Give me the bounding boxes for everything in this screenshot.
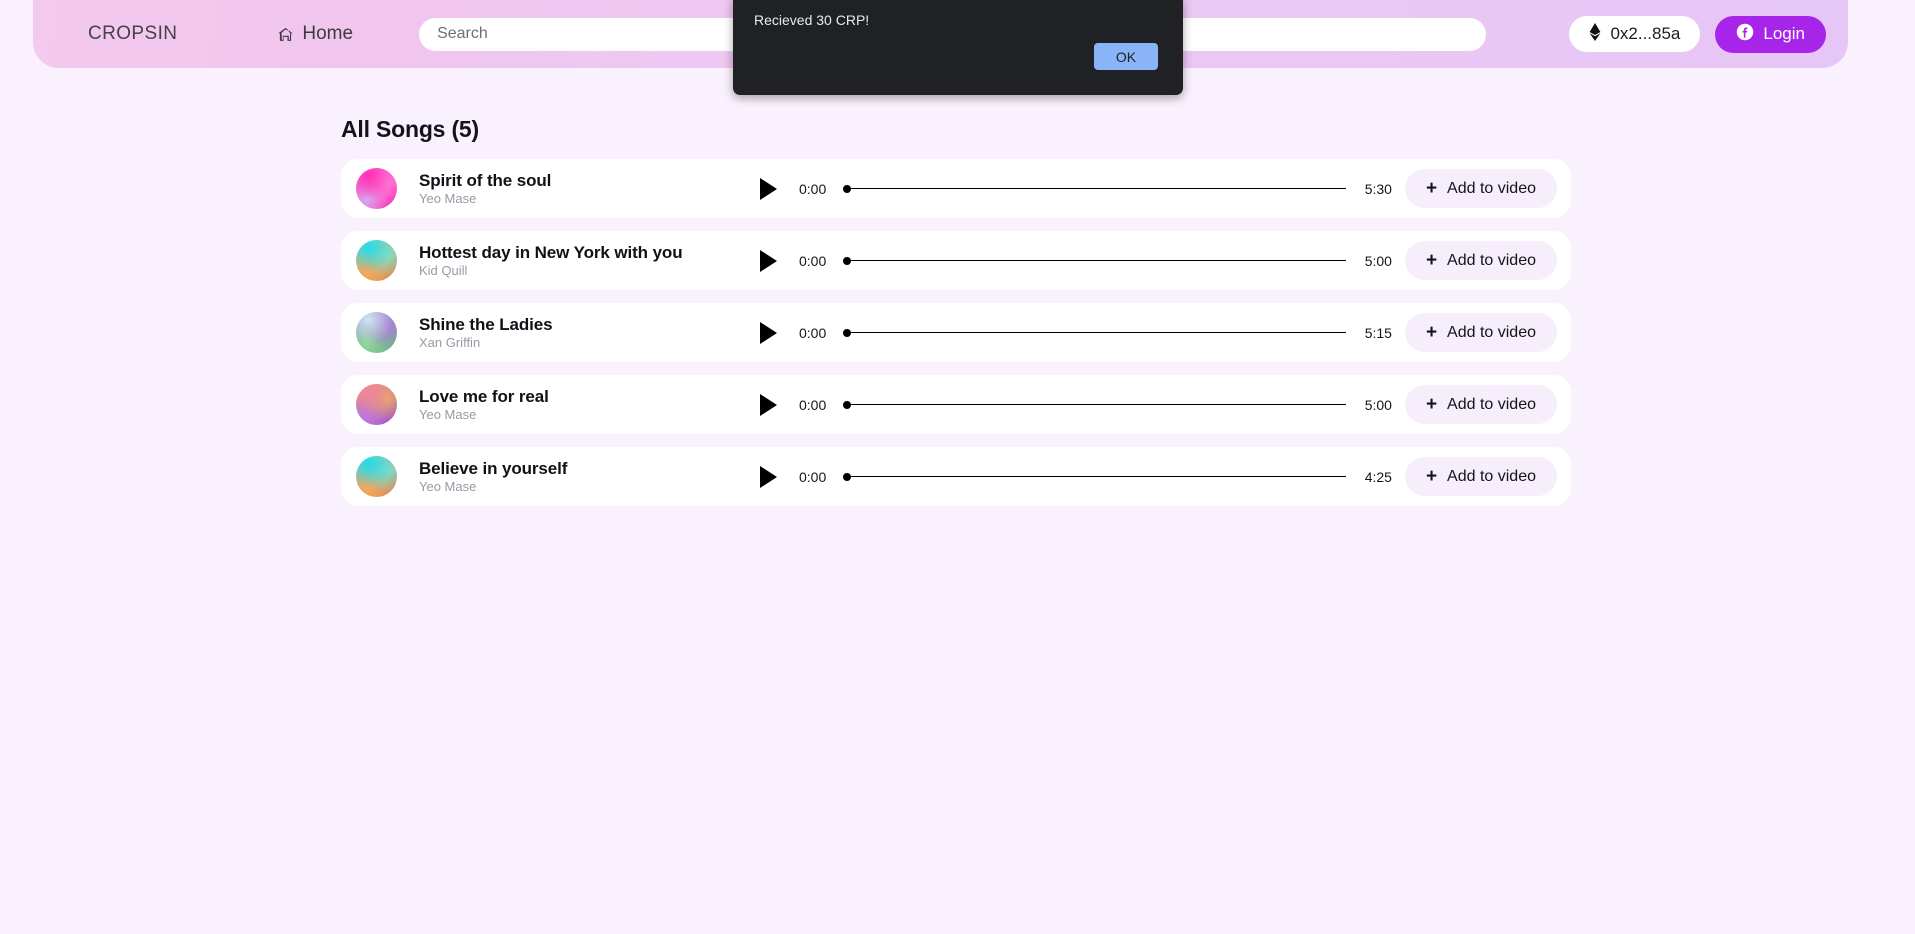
play-icon[interactable] (757, 177, 779, 201)
progress-thumb[interactable] (843, 472, 851, 481)
song-title: Believe in yourself (419, 458, 568, 478)
login-button-label: Login (1763, 24, 1805, 43)
alert-dialog-ok-button[interactable]: OK (1094, 43, 1158, 70)
play-icon[interactable] (757, 249, 779, 273)
progress-track (843, 259, 1346, 262)
song-artist: Yeo Mase (419, 406, 477, 422)
progress-slider[interactable] (843, 398, 1346, 412)
main-content: All Songs (5) Spirit of the soul Yeo Mase… (341, 116, 1571, 506)
current-time-label: 0:00 (799, 252, 827, 269)
plus-icon: + (1425, 394, 1438, 415)
song-meta: Spirit of the soul Yeo Mase (419, 171, 739, 207)
play-icon[interactable] (757, 465, 779, 489)
song-thumbnail[interactable] (356, 312, 397, 353)
current-time-label: 0:00 (799, 180, 827, 197)
song-artist: Xan Griffin (419, 334, 481, 350)
progress-track (843, 403, 1346, 406)
song-artist: Yeo Mase (419, 190, 477, 206)
progress-track (843, 475, 1346, 478)
add-to-video-button[interactable]: + Add to video (1404, 457, 1557, 496)
audio-player: 0:00 5:00 (757, 249, 1405, 273)
song-thumbnail[interactable] (356, 384, 397, 425)
play-icon[interactable] (757, 393, 779, 417)
duration-label: 4:25 (1364, 468, 1392, 485)
login-button[interactable]: Login (1715, 15, 1826, 53)
duration-label: 5:00 (1364, 396, 1392, 413)
audio-player: 0:00 5:15 (757, 321, 1405, 345)
add-to-video-label: Add to video (1447, 467, 1536, 485)
add-to-video-button[interactable]: + Add to video (1404, 385, 1557, 424)
add-to-video-button[interactable]: + Add to video (1404, 169, 1557, 208)
progress-thumb[interactable] (843, 184, 851, 193)
add-to-video-button[interactable]: + Add to video (1404, 313, 1557, 352)
add-to-video-button[interactable]: + Add to video (1404, 241, 1557, 280)
alert-dialog-message: Recieved 30 CRP! (754, 12, 870, 28)
song-meta: Shine the Ladies Xan Griffin (419, 315, 739, 351)
audio-player: 0:00 4:25 (757, 465, 1405, 489)
song-title: Love me for real (419, 386, 549, 406)
song-row: Love me for real Yeo Mase 0:00 5:00 + Add to … (341, 375, 1571, 434)
progress-thumb[interactable] (843, 400, 851, 409)
song-meta: Believe in yourself Yeo Mase (419, 459, 739, 495)
alert-dialog: Recieved 30 CRP! OK (733, 0, 1183, 95)
song-artist: Yeo Mase (419, 478, 477, 494)
audio-player: 0:00 5:30 (757, 177, 1405, 201)
play-icon[interactable] (757, 321, 779, 345)
add-to-video-label: Add to video (1447, 323, 1536, 341)
plus-icon: + (1425, 250, 1438, 271)
song-artist: Kid Quill (419, 262, 468, 278)
song-list: Spirit of the soul Yeo Mase 0:00 5:30 + Add t… (341, 159, 1571, 506)
song-thumbnail[interactable] (356, 240, 397, 281)
song-thumbnail[interactable] (356, 456, 397, 497)
song-title: Spirit of the soul (419, 170, 552, 190)
audio-player: 0:00 5:00 (757, 393, 1405, 417)
house-icon (277, 26, 294, 43)
nav-item-home[interactable]: Home (277, 23, 353, 45)
current-time-label: 0:00 (799, 396, 827, 413)
facebook-icon (1736, 23, 1754, 46)
progress-slider[interactable] (843, 470, 1346, 484)
progress-slider[interactable] (843, 326, 1346, 340)
progress-thumb[interactable] (843, 256, 851, 265)
duration-label: 5:00 (1364, 252, 1392, 269)
song-row: Shine the Ladies Xan Griffin 0:00 5:15 + Add … (341, 303, 1571, 362)
song-meta: Hottest day in New York with you Kid Quil… (419, 243, 739, 279)
nav-home-label: Home (302, 23, 354, 44)
progress-thumb[interactable] (843, 328, 851, 337)
progress-track (843, 331, 1346, 334)
duration-label: 5:15 (1364, 324, 1392, 341)
song-row: Believe in yourself Yeo Mase 0:00 4:25 + Add … (341, 447, 1571, 506)
page-title: All Songs (5) (341, 116, 479, 142)
progress-slider[interactable] (843, 254, 1346, 268)
current-time-label: 0:00 (799, 468, 827, 485)
progress-track (843, 187, 1346, 190)
song-meta: Love me for real Yeo Mase (419, 387, 739, 423)
song-thumbnail[interactable] (356, 168, 397, 209)
wallet-address-chip[interactable]: 0x2...85a (1569, 16, 1701, 52)
song-title: Shine the Ladies (419, 314, 553, 334)
ethereum-icon (1589, 22, 1601, 46)
add-to-video-label: Add to video (1447, 395, 1536, 413)
song-row: Spirit of the soul Yeo Mase 0:00 5:30 + Add t… (341, 159, 1571, 218)
add-to-video-label: Add to video (1447, 251, 1536, 269)
plus-icon: + (1425, 178, 1438, 199)
wallet-address-label: 0x2...85a (1610, 24, 1681, 43)
song-title: Hottest day in New York with you (419, 242, 683, 262)
plus-icon: + (1425, 466, 1438, 487)
current-time-label: 0:00 (799, 324, 827, 341)
app-brand-logo[interactable]: CROPSIN (88, 23, 177, 45)
plus-icon: + (1425, 322, 1438, 343)
song-row: Hottest day in New York with you Kid Quil… (341, 231, 1571, 290)
add-to-video-label: Add to video (1447, 179, 1536, 197)
duration-label: 5:30 (1364, 180, 1392, 197)
progress-slider[interactable] (843, 182, 1346, 196)
